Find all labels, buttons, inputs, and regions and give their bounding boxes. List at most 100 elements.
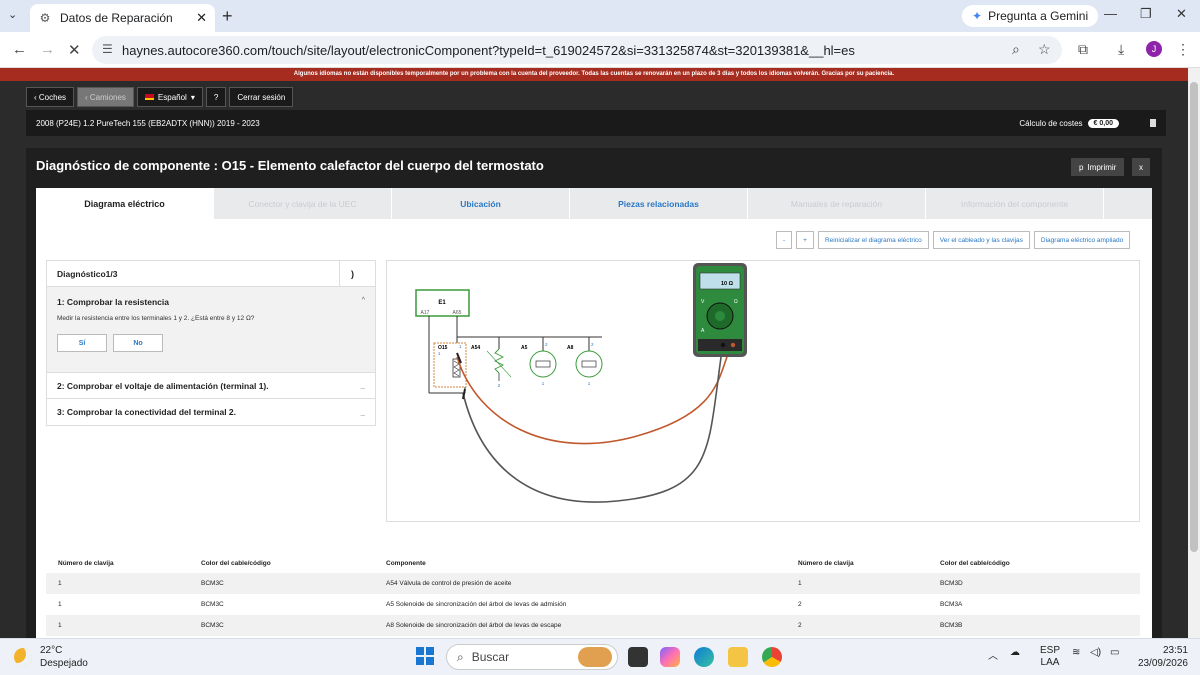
tab-strip: Diagrama eléctrico Conector y clavija de… bbox=[36, 188, 1152, 219]
back-arrow-icon[interactable]: ← bbox=[12, 41, 27, 58]
temperature: 22°C bbox=[40, 645, 63, 656]
close-window-icon[interactable]: ✕ bbox=[1176, 6, 1187, 22]
site-info-icon[interactable]: ☰ bbox=[102, 42, 113, 56]
table-row[interactable]: 1 BCM3C A8 Solenoide de sincronización d… bbox=[46, 615, 1140, 636]
tab-repair-manuals[interactable]: Manuales de reparación bbox=[748, 188, 926, 219]
taskbar: 22°C Despejado ⌕ Buscar ︿ ☁ ESP LAA ≋ ◁)… bbox=[0, 638, 1200, 675]
yes-button[interactable]: Sí bbox=[57, 334, 107, 352]
trucks-button[interactable]: ‹ Camiones bbox=[77, 87, 134, 107]
cloud-icon[interactable]: ☁ bbox=[1010, 647, 1020, 658]
multimeter-dial-center bbox=[715, 311, 725, 321]
cost-calc[interactable]: Cálculo de costes € 0,00 bbox=[1019, 118, 1156, 128]
zoom-out-button[interactable]: - bbox=[776, 231, 793, 249]
gemini-button[interactable]: ✦ Pregunta a Gemini bbox=[962, 5, 1099, 27]
ecu-pin-a: A17 bbox=[421, 310, 430, 316]
favicon-icon: ⚙ bbox=[39, 11, 51, 25]
no-button[interactable]: No bbox=[113, 334, 163, 352]
print-button[interactable]: p Imprimir bbox=[1071, 158, 1125, 176]
print-icon: p bbox=[1079, 162, 1084, 172]
browser-menu-icon[interactable]: ⋮ bbox=[1176, 41, 1190, 58]
chrome-icon[interactable] bbox=[762, 647, 782, 667]
cars-button[interactable]: ‹ Coches bbox=[26, 87, 75, 107]
url-field[interactable]: ☰ haynes.autocore360.com/touch/site/layo… bbox=[92, 36, 1062, 64]
zoom-in-button[interactable]: + bbox=[796, 231, 814, 249]
a8-solenoid-icon[interactable] bbox=[575, 350, 603, 378]
download-icon[interactable]: ⤓ bbox=[1118, 41, 1124, 58]
profile-avatar[interactable]: J bbox=[1146, 41, 1162, 57]
diagnostic-panel: Diagnóstico1/3 ) 1: Comprobar la resiste… bbox=[46, 260, 376, 426]
stop-loading-icon[interactable]: ✕ bbox=[68, 41, 81, 59]
tab-component-info[interactable]: Información del componente bbox=[926, 188, 1104, 219]
task-view-icon[interactable] bbox=[628, 647, 648, 667]
wifi-icon[interactable]: ≋ bbox=[1072, 647, 1080, 658]
a5-pin-2: 2 bbox=[545, 342, 548, 347]
language-select[interactable]: Español ▾ bbox=[136, 87, 203, 107]
a8-pin-1: 1 bbox=[588, 381, 591, 386]
search-icon: ⌕ bbox=[457, 649, 464, 664]
tab-ecu-connector[interactable]: Conector y clavija de la UEC bbox=[214, 188, 392, 219]
edge-icon[interactable] bbox=[694, 647, 714, 667]
wiring-diagram-canvas[interactable]: E1 A17 A65 O15 1 A54 1 2 A5 2 1 A8 2 1 1… bbox=[386, 260, 1140, 522]
weather-condition: Despejado bbox=[40, 658, 88, 669]
new-tab-button[interactable]: + bbox=[222, 6, 233, 27]
table-row[interactable]: 1 BCM3C A5 Solenoide de sincronización d… bbox=[46, 594, 1140, 615]
a5-label: A5 bbox=[521, 345, 528, 351]
zoom-icon[interactable]: ⌕ bbox=[1012, 41, 1020, 58]
tab-wiring-diagram[interactable]: Diagrama eléctrico bbox=[36, 188, 214, 219]
diagnostic-step-3[interactable]: 3: Comprobar la conectividad del termina… bbox=[47, 399, 375, 425]
copilot-icon[interactable] bbox=[660, 647, 680, 667]
close-panel-button[interactable]: x bbox=[1132, 158, 1150, 176]
a54-pin-2: 2 bbox=[498, 383, 501, 388]
scrollbar-thumb[interactable] bbox=[1190, 82, 1198, 552]
tab-search-icon[interactable]: ⌄ bbox=[8, 8, 17, 21]
diagnostic-header: Diagnóstico1/3 ) bbox=[47, 260, 375, 287]
expand-icon[interactable]: _ bbox=[361, 408, 365, 417]
page-scrollbar[interactable] bbox=[1188, 68, 1200, 638]
input-language[interactable]: ESP LAA bbox=[1040, 645, 1060, 669]
system-clock[interactable]: 23:51 23/09/2026 bbox=[1136, 644, 1188, 670]
minimize-icon[interactable]: — bbox=[1104, 6, 1117, 21]
volume-icon[interactable]: ◁) bbox=[1090, 647, 1101, 658]
tab-close-icon[interactable]: ✕ bbox=[196, 10, 207, 26]
reset-diagram-button[interactable]: Reinicializar el diagrama eléctrico bbox=[817, 231, 929, 249]
step-1-title: 1: Comprobar la resistencia bbox=[57, 297, 169, 307]
windows-start-icon[interactable] bbox=[416, 647, 434, 665]
com-jack[interactable] bbox=[720, 342, 726, 348]
restore-icon[interactable]: ❐ bbox=[1140, 6, 1152, 22]
logout-button[interactable]: Cerrar sesión bbox=[229, 87, 294, 107]
expanded-diagram-button[interactable]: Diagrama eléctrico ampliado bbox=[1033, 231, 1131, 249]
vehicle-bar: 2008 (P24E) 1.2 PureTech 155 (EB2ADTX (H… bbox=[26, 110, 1166, 136]
collapse-icon[interactable]: ^ bbox=[362, 297, 365, 304]
trash-icon[interactable] bbox=[1150, 119, 1156, 127]
diagnostic-step-1[interactable]: 1: Comprobar la resistencia ^ Medir la r… bbox=[47, 287, 375, 373]
ohm-jack[interactable] bbox=[730, 342, 736, 348]
step-1-description: Medir la resistencia entre los terminale… bbox=[57, 315, 255, 322]
browser-tab[interactable]: ⚙ Datos de Reparación ✕ bbox=[30, 4, 215, 32]
help-button[interactable]: ? bbox=[205, 87, 227, 107]
tray-chevron-icon[interactable]: ︿ bbox=[988, 647, 998, 662]
file-explorer-icon[interactable] bbox=[728, 647, 748, 667]
tab-related-parts[interactable]: Piezas relacionadas bbox=[570, 188, 748, 219]
notice-banner: Algunos idiomas no están disponibles tem… bbox=[0, 68, 1188, 81]
a5-solenoid-icon[interactable] bbox=[529, 350, 557, 378]
extensions-icon[interactable]: ⧉ bbox=[1078, 41, 1088, 58]
page: Algunos idiomas no están disponibles tem… bbox=[0, 68, 1188, 638]
multimeter-jack-panel bbox=[698, 339, 742, 351]
chevron-down-icon: ▾ bbox=[190, 92, 195, 102]
diagram-toolbar: - + Reinicializar el diagrama eléctrico … bbox=[776, 231, 1131, 249]
battery-icon[interactable]: ▭ bbox=[1110, 647, 1119, 658]
bookmark-star-icon[interactable]: ☆ bbox=[1038, 41, 1051, 58]
forward-arrow-icon[interactable]: → bbox=[40, 41, 55, 58]
multimeter-reading: 10 Ω bbox=[721, 281, 734, 287]
tab-location[interactable]: Ubicación bbox=[392, 188, 570, 219]
diagnostic-step-2[interactable]: 2: Comprobar el voltaje de alimentación … bbox=[47, 373, 375, 399]
expand-icon[interactable]: _ bbox=[361, 381, 365, 390]
meter-ohm-label: Ω bbox=[734, 299, 738, 305]
weather-widget[interactable]: 22°C Despejado bbox=[14, 644, 88, 670]
search-highlight-icon[interactable] bbox=[578, 647, 612, 667]
page-title: Diagnóstico de componente : O15 - Elemen… bbox=[36, 158, 544, 173]
next-step-button[interactable]: ) bbox=[339, 260, 365, 287]
a8-pin-2: 2 bbox=[591, 342, 594, 347]
table-row[interactable]: 1 BCM3C A54 Válvula de control de presió… bbox=[46, 573, 1140, 594]
view-wiring-button[interactable]: Ver el cableado y las clavijas bbox=[932, 231, 1030, 249]
